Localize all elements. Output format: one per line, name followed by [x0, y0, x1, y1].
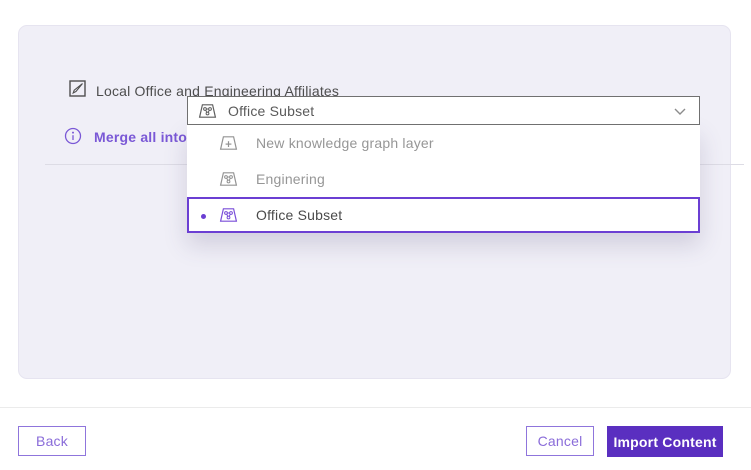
dropdown-option-enginering[interactable]: Enginering	[187, 161, 700, 197]
info-icon[interactable]	[64, 127, 82, 145]
knowledge-graph-layer-icon	[219, 207, 238, 223]
dropdown-option-label: Office Subset	[256, 207, 342, 223]
dropdown-option-new-knowledge-graph-layer[interactable]: New knowledge graph layer	[187, 125, 700, 161]
knowledge-graph-layer-icon	[219, 171, 238, 187]
merge-all-into-label: Merge all into	[94, 129, 187, 145]
cancel-button[interactable]: Cancel	[526, 426, 594, 456]
merge-target-dropdown-list: New knowledge graph layer Enginering	[187, 125, 700, 233]
back-button[interactable]: Back	[18, 426, 86, 456]
new-layer-plus-icon	[219, 135, 238, 151]
dropdown-option-office-subset[interactable]: Office Subset	[187, 197, 700, 233]
selected-bullet-dot	[201, 214, 206, 219]
knowledge-graph-layer-icon	[198, 103, 217, 119]
footer-divider	[0, 407, 751, 408]
dropdown-option-label: Enginering	[256, 171, 325, 187]
import-content-button[interactable]: Import Content	[607, 426, 723, 457]
dropdown-option-label: New knowledge graph layer	[256, 135, 434, 151]
merge-target-selected-value: Office Subset	[228, 103, 314, 119]
sketch-layer-icon	[69, 80, 86, 97]
chevron-down-icon	[674, 108, 686, 115]
merge-target-select[interactable]: Office Subset	[187, 96, 700, 125]
